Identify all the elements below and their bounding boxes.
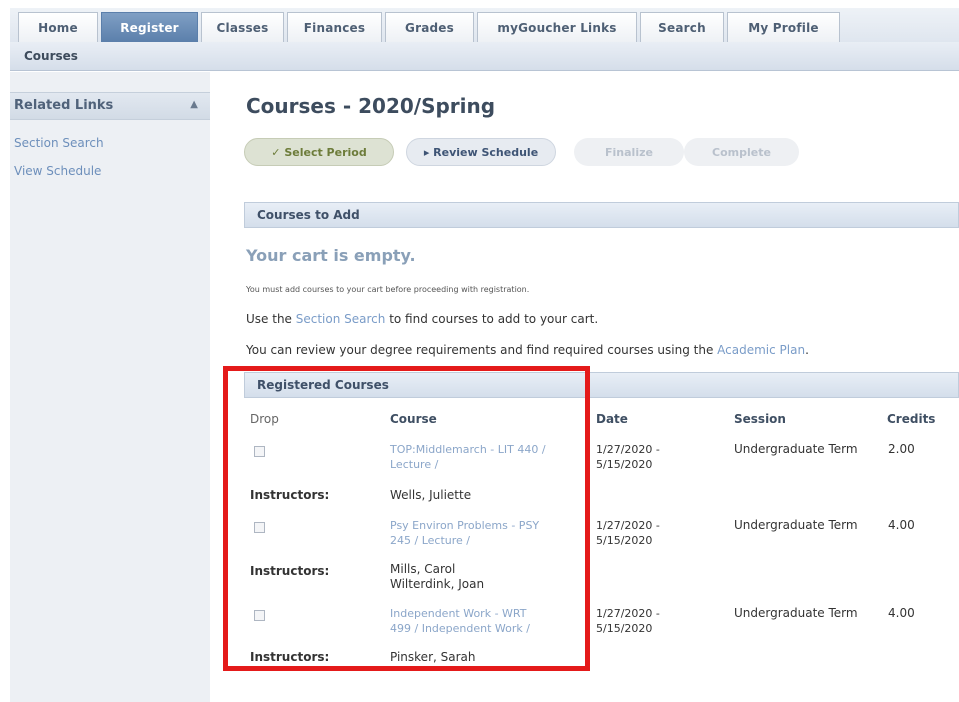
date-line: 5/15/2020	[596, 458, 653, 471]
page-title: Courses - 2020/Spring	[246, 94, 496, 118]
sub-nav-bar: Courses	[10, 42, 959, 71]
sidebar-link-view-schedule[interactable]: View Schedule	[14, 164, 101, 178]
date-line: 5/15/2020	[596, 534, 653, 547]
step-finalize: Finalize	[574, 138, 684, 166]
course-link[interactable]: Psy Environ Problems - PSY 245 / Lecture …	[390, 518, 539, 548]
academic-plan-instruction: You can review your degree requirements …	[246, 343, 809, 357]
date-line: 5/15/2020	[596, 622, 653, 635]
collapse-caret-icon[interactable]: ▲	[190, 99, 198, 110]
instructor-names: Wells, Juliette	[390, 488, 471, 503]
tab-finances[interactable]: Finances	[287, 12, 382, 42]
drop-checkbox[interactable]	[254, 610, 265, 621]
instructor-name: Pinsker, Sarah	[390, 650, 476, 664]
step-complete: Complete	[684, 138, 799, 166]
course-date: 1/27/2020 - 5/15/2020	[596, 442, 660, 472]
sidebar: Related Links ▲ Section Search View Sche…	[10, 72, 210, 702]
date-line: 1/27/2020 -	[596, 443, 660, 456]
course-link[interactable]: TOP:Middlemarch - LIT 440 / Lecture /	[390, 442, 546, 472]
instruction-text: to find courses to add to your cart.	[385, 312, 599, 326]
tab-home[interactable]: Home	[18, 12, 98, 42]
subnav-courses[interactable]: Courses	[24, 49, 78, 63]
instruction-text: You can review your degree requirements …	[246, 343, 718, 357]
course-line: TOP:Middlemarch - LIT 440 /	[390, 443, 546, 456]
instructor-name: Mills, Carol	[390, 562, 456, 576]
column-credits: Credits	[887, 412, 936, 426]
section-search-link[interactable]: Section Search	[296, 312, 386, 326]
drop-checkbox[interactable]	[254, 446, 265, 457]
step-review-schedule[interactable]: ▸ Review Schedule	[406, 138, 556, 166]
column-drop: Drop	[250, 412, 279, 426]
course-date: 1/27/2020 - 5/15/2020	[596, 518, 660, 548]
date-line: 1/27/2020 -	[596, 519, 660, 532]
date-line: 1/27/2020 -	[596, 607, 660, 620]
course-line: Psy Environ Problems - PSY	[390, 519, 540, 532]
tab-register[interactable]: Register	[101, 12, 198, 42]
course-session: Undergraduate Term	[734, 442, 858, 456]
column-session: Session	[734, 412, 786, 426]
column-date: Date	[596, 412, 628, 426]
tab-my-profile[interactable]: My Profile	[727, 12, 840, 42]
course-session: Undergraduate Term	[734, 518, 858, 532]
course-line: 245 / Lecture /	[390, 534, 470, 547]
cart-empty-message: Your cart is empty.	[246, 246, 416, 265]
instructor-names: Mills, Carol Wilterdink, Joan	[390, 562, 484, 592]
main-tab-bar: Home Register Classes Finances Grades my…	[10, 8, 959, 43]
step-select-period[interactable]: ✓ Select Period	[244, 138, 394, 166]
tab-grades[interactable]: Grades	[385, 12, 474, 42]
cart-note: You must add courses to your cart before…	[246, 285, 530, 294]
drop-checkbox[interactable]	[254, 522, 265, 533]
course-session: Undergraduate Term	[734, 606, 858, 620]
course-line: Independent Work - WRT	[390, 607, 527, 620]
tab-search[interactable]: Search	[640, 12, 724, 42]
instructor-names: Pinsker, Sarah	[390, 650, 476, 665]
academic-plan-link[interactable]: Academic Plan	[717, 343, 805, 357]
tab-classes[interactable]: Classes	[201, 12, 284, 42]
instructors-label: Instructors:	[250, 650, 330, 664]
instructor-name: Wells, Juliette	[390, 488, 472, 502]
course-line: Lecture /	[390, 458, 439, 471]
courses-to-add-header: Courses to Add	[244, 202, 959, 228]
course-credits: 4.00	[888, 606, 915, 620]
course-credits: 2.00	[888, 442, 915, 456]
instructor-name: Wilterdink, Joan	[390, 577, 485, 591]
registered-courses-header: Registered Courses	[244, 372, 959, 398]
sidebar-link-section-search[interactable]: Section Search	[14, 136, 104, 150]
related-links-header[interactable]: Related Links ▲	[10, 92, 210, 120]
column-course: Course	[390, 412, 437, 426]
instructors-label: Instructors:	[250, 564, 330, 578]
section-search-instruction: Use the Section Search to find courses t…	[246, 312, 598, 326]
instruction-text: .	[805, 343, 809, 357]
registration-steps: ✓ Select Period ▸ Review Schedule Finali…	[244, 138, 804, 168]
course-line: 499 / Independent Work /	[390, 622, 530, 635]
course-credits: 4.00	[888, 518, 915, 532]
instruction-text: Use the	[246, 312, 296, 326]
related-links-title: Related Links	[14, 98, 114, 113]
tab-mygoucher-links[interactable]: myGoucher Links	[477, 12, 637, 42]
course-link[interactable]: Independent Work - WRT 499 / Independent …	[390, 606, 530, 636]
instructors-label: Instructors:	[250, 488, 330, 502]
courses-to-add-title: Courses to Add	[257, 208, 360, 222]
registered-courses-title: Registered Courses	[257, 378, 389, 392]
course-date: 1/27/2020 - 5/15/2020	[596, 606, 660, 636]
